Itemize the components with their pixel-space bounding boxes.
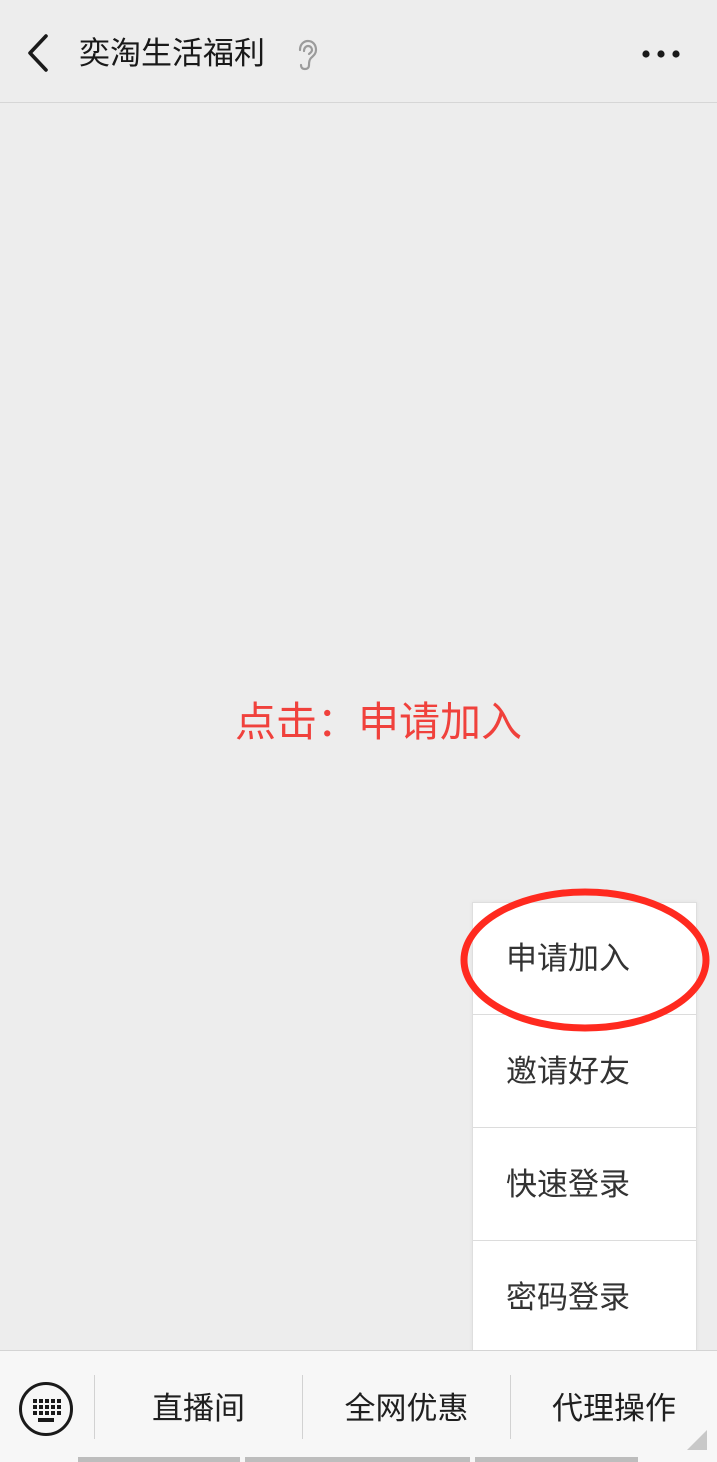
tab-indicator (475, 1457, 638, 1462)
submenu-indicator-icon (687, 1430, 707, 1450)
keyboard-toggle-button[interactable] (17, 1380, 75, 1438)
chevron-left-icon (28, 34, 48, 72)
keyboard-icon (19, 1382, 73, 1436)
bottom-menu-bar: 直播间 全网优惠 代理操作 (0, 1350, 717, 1462)
more-options-button[interactable] (630, 30, 692, 78)
tab-network-deals[interactable]: 全网优惠 (303, 1351, 510, 1462)
back-button[interactable] (14, 27, 62, 79)
ear-icon (298, 39, 318, 71)
menu-item-quick-login[interactable]: 快速登录 (473, 1129, 696, 1241)
instruction-text: 点击：申请加入 (235, 698, 522, 746)
menu-item-invite-friends[interactable]: 邀请好友 (473, 1016, 696, 1128)
top-navigation-bar: 奕淘生活福利 (0, 0, 717, 103)
tab-live-room[interactable]: 直播间 (95, 1351, 302, 1462)
menu-item-apply-join[interactable]: 申请加入 (473, 903, 696, 1015)
tab-indicator (78, 1457, 240, 1462)
popup-menu: 申请加入 邀请好友 快速登录 密码登录 (472, 902, 697, 1351)
menu-item-password-login[interactable]: 密码登录 (473, 1242, 696, 1354)
more-dots-icon (642, 50, 680, 58)
page-title: 奕淘生活福利 (79, 36, 265, 72)
tab-indicator (245, 1457, 470, 1462)
